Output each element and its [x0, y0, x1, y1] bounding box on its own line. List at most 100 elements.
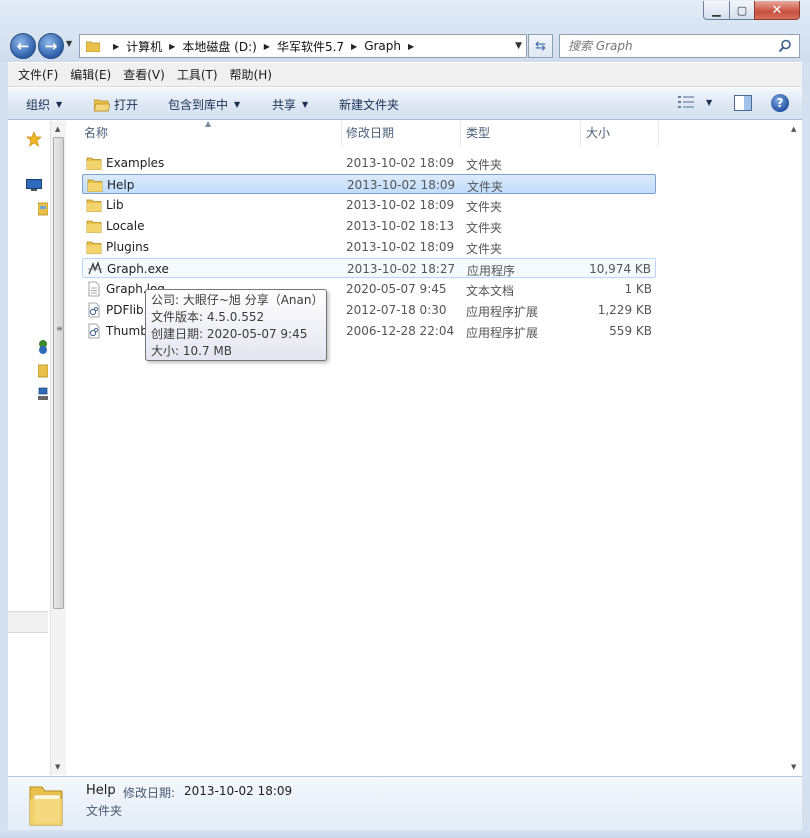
include-in-library-button[interactable]: 包含到库中 ▼ — [168, 96, 240, 113]
refresh-button[interactable]: ⇆ — [528, 34, 553, 58]
folder-icon — [86, 199, 102, 212]
refresh-icon: ⇆ — [535, 38, 546, 54]
organize-label: 组织 — [26, 98, 51, 112]
column-header-name[interactable]: 名称 — [79, 121, 342, 146]
file-size: 1 KB — [624, 282, 652, 296]
details-date-value: 2013-10-02 18:09 — [184, 784, 293, 798]
breadcrumb-arrow-icon[interactable]: ▶ — [408, 42, 414, 51]
close-button[interactable]: ✕ — [754, 1, 800, 20]
search-icon[interactable] — [777, 38, 793, 54]
arrow-left-icon: ← — [16, 37, 30, 55]
tooltip-size: 大小: 10.7 MB — [151, 344, 232, 358]
homegroup-icon[interactable] — [38, 339, 48, 355]
file-type: 文件夹 — [466, 200, 503, 214]
column-header-date[interactable]: 修改日期 — [341, 121, 461, 146]
chevron-down-icon: ▼ — [56, 100, 63, 109]
forward-button[interactable]: → — [38, 33, 64, 59]
navigation-pane: ▲ ≡ ▼ — [8, 121, 66, 775]
computer-icon[interactable] — [38, 363, 48, 379]
file-list-scrollbar[interactable]: ▲ ▼ — [788, 121, 802, 775]
address-history-dropdown-icon[interactable]: ▼ — [515, 41, 522, 51]
menu-help[interactable]: 帮助(H) — [224, 66, 278, 83]
file-row-hovered[interactable]: Graph.exe 2013-10-02 18:27 应用程序 10,974 K… — [82, 258, 656, 278]
breadcrumb-item[interactable]: 华军软件5.7 — [277, 38, 344, 55]
menu-bar: 文件(F) 编辑(E) 查看(V) 工具(T) 帮助(H) — [8, 63, 802, 87]
text-file-icon — [88, 281, 100, 297]
organize-button[interactable]: 组织 ▼ — [26, 96, 62, 113]
libraries-icon[interactable] — [38, 201, 48, 217]
arrow-right-icon: → — [44, 37, 58, 55]
search-box[interactable] — [559, 34, 800, 58]
details-pane: Help 修改日期: 2013-10-02 18:09 文件夹 — [8, 776, 802, 830]
file-date: 2012-07-18 0:30 — [346, 303, 447, 317]
recent-pages-dropdown-icon[interactable]: ▼ — [66, 39, 72, 48]
scroll-up-arrow-icon[interactable]: ▲ — [791, 125, 796, 133]
breadcrumb-item[interactable]: 计算机 — [126, 38, 162, 55]
tooltip-version: 文件版本: 4.5.0.552 — [151, 310, 265, 324]
scroll-up-arrow-icon[interactable]: ▲ — [55, 125, 60, 133]
navigation-scrollbar[interactable]: ▲ ≡ ▼ — [50, 121, 66, 775]
address-bar[interactable]: ▶ 计算机 ▶ 本地磁盘 (D:) ▶ 华军软件5.7 ▶ Graph ▶ ▼ — [79, 34, 527, 58]
window-frame-left — [0, 62, 8, 830]
breadcrumb-arrow-icon[interactable]: ▶ — [264, 42, 270, 51]
file-date: 2013-10-02 18:27 — [347, 262, 456, 276]
folder-icon — [29, 786, 63, 826]
favorites-star-icon[interactable] — [26, 131, 42, 147]
network-icon[interactable] — [38, 387, 48, 401]
maximize-button[interactable]: ▢ — [729, 1, 755, 20]
file-list: ▲ 名称 修改日期 类型 大小 Examples 2013-10-02 18:0… — [67, 119, 802, 775]
maximize-icon: ▢ — [736, 3, 748, 17]
back-button[interactable]: ← — [10, 33, 36, 59]
menu-edit[interactable]: 编辑(E) — [64, 66, 117, 83]
file-row[interactable]: Locale 2013-10-02 18:13 文件夹 — [82, 216, 656, 236]
breadcrumb-arrow-icon[interactable]: ▶ — [113, 42, 119, 51]
new-folder-label: 新建文件夹 — [339, 98, 400, 112]
folder-icon — [86, 157, 102, 170]
file-row[interactable]: Examples 2013-10-02 18:09 文件夹 — [82, 153, 656, 173]
share-button[interactable]: 共享 ▼ — [272, 96, 308, 113]
breadcrumb-item[interactable]: 本地磁盘 (D:) — [182, 38, 256, 55]
file-date: 2013-10-02 18:13 — [346, 219, 455, 233]
desktop-icon[interactable] — [26, 179, 42, 191]
breadcrumb-item[interactable]: Graph — [364, 39, 401, 53]
menu-tools[interactable]: 工具(T) — [171, 66, 224, 83]
file-type: 文件夹 — [466, 242, 503, 256]
file-row[interactable]: Lib 2013-10-02 18:09 文件夹 — [82, 195, 656, 215]
file-type: 应用程序 — [467, 264, 516, 278]
menu-view[interactable]: 查看(V) — [117, 66, 171, 83]
file-name: Locale — [106, 219, 145, 233]
file-name: Plugins — [106, 240, 149, 254]
file-info-tooltip: 公司: 大眼仔~旭 分享（Anan） 文件版本: 4.5.0.552 创建日期:… — [145, 289, 327, 361]
tooltip-created: 创建日期: 2020-05-07 9:45 — [151, 327, 308, 341]
scrollbar-thumb[interactable]: ≡ — [53, 137, 64, 609]
search-input[interactable] — [560, 35, 770, 57]
scroll-down-arrow-icon[interactable]: ▼ — [55, 763, 60, 771]
folder-icon — [86, 220, 102, 233]
file-date: 2006-12-28 22:04 — [346, 324, 455, 338]
dll-icon — [88, 323, 100, 339]
file-size: 10,974 KB — [589, 262, 651, 276]
details-item-name: Help — [86, 783, 116, 798]
share-label: 共享 — [272, 98, 297, 112]
help-button[interactable]: ? — [771, 94, 789, 112]
file-name: Examples — [106, 156, 165, 170]
file-row[interactable]: Plugins 2013-10-02 18:09 文件夹 — [82, 237, 656, 257]
file-row-selected[interactable]: Help 2013-10-02 18:09 文件夹 — [82, 174, 656, 194]
breadcrumb-arrow-icon[interactable]: ▶ — [351, 42, 357, 51]
file-type: 文件夹 — [467, 180, 504, 194]
preview-pane-button[interactable] — [734, 95, 752, 111]
change-view-button[interactable]: ▼ — [678, 95, 712, 109]
new-folder-button[interactable]: 新建文件夹 — [339, 96, 399, 113]
minimize-button[interactable]: ▁ — [703, 1, 730, 20]
column-header-type[interactable]: 类型 — [461, 121, 581, 146]
file-size: 1,229 KB — [597, 303, 652, 317]
open-button[interactable]: 打开 — [94, 96, 138, 113]
address-row: ← → ▼ ▶ 计算机 ▶ 本地磁盘 (D:) ▶ 华军软件5.7 ▶ Grap… — [0, 30, 810, 62]
column-headers: ▲ 名称 修改日期 类型 大小 — [67, 119, 802, 146]
menu-file[interactable]: 文件(F) — [12, 66, 64, 83]
column-header-size[interactable]: 大小 — [581, 121, 659, 146]
folder-icon — [86, 241, 102, 254]
breadcrumb-arrow-icon[interactable]: ▶ — [169, 42, 175, 51]
scroll-down-arrow-icon[interactable]: ▼ — [791, 763, 796, 771]
nav-pane-divider[interactable] — [8, 611, 48, 633]
